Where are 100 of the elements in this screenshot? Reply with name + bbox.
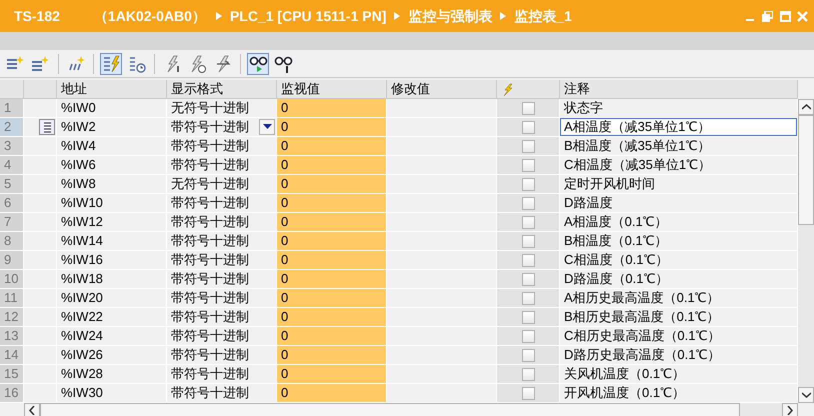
monitor-value: 0 (277, 156, 387, 175)
row-number[interactable]: 13 (0, 327, 24, 346)
table-cell: 带符号十进制 (171, 118, 249, 136)
monitor-value: 0 (277, 232, 387, 251)
comment-field[interactable]: A相温度（减35单位1℃） (560, 118, 798, 137)
checkbox[interactable] (522, 120, 534, 134)
checkbox[interactable] (522, 330, 534, 342)
table-cell: C相历史最高温度（0.1℃） (560, 327, 798, 346)
table-cell: %IW12 (57, 213, 167, 232)
table-cell: 无符号十进制 (171, 175, 249, 193)
table-cell: %IW24 (57, 327, 167, 346)
row-number[interactable]: 3 (0, 137, 24, 156)
row-number[interactable]: 15 (0, 365, 24, 384)
monitor-value: 0 (277, 308, 387, 327)
list-icon[interactable] (39, 119, 55, 135)
scroll-down-button[interactable] (798, 387, 814, 403)
table-cell: C相温度（0.1℃） (560, 251, 798, 270)
monitor-value: 0 (277, 118, 387, 137)
scrollbar-thumb[interactable] (798, 115, 814, 225)
breadcrumb-arrow-icon (500, 12, 506, 20)
column-header[interactable]: 显示格式 (167, 80, 277, 98)
table-cell: A相温度（0.1℃） (560, 213, 798, 232)
row-number[interactable]: 4 (0, 156, 24, 175)
add-row-icon (30, 54, 50, 74)
scrollbar-thumb[interactable] (40, 403, 740, 416)
table-cell: D路历史最高温度（0.1℃） (560, 346, 798, 365)
table-cell: %IW2 (57, 118, 167, 137)
table-cell: 带符号十进制 (171, 194, 249, 212)
table-cell: 关风机温度（0.1℃） (560, 365, 798, 384)
row-number[interactable]: 16 (0, 384, 24, 403)
lightning-list-button[interactable] (100, 52, 122, 74)
checkbox[interactable] (522, 234, 534, 248)
chevron-left-icon (29, 406, 35, 414)
checkbox[interactable] (522, 178, 534, 190)
breadcrumb-arrow-icon (394, 12, 400, 20)
column-header[interactable]: 修改值 (387, 80, 497, 98)
row-number[interactable]: 8 (0, 232, 24, 251)
table-cell (24, 365, 57, 384)
monitor-value: 0 (277, 270, 387, 289)
column-header[interactable]: 监视值 (277, 80, 387, 98)
column-header[interactable]: 注释 (560, 80, 798, 98)
chevron-up-icon (802, 104, 810, 110)
table-cell: 带符号十进制 (171, 327, 249, 345)
table-cell: %IW4 (57, 137, 167, 156)
maximize-icon[interactable] (780, 10, 790, 22)
breadcrumb-item[interactable]: 监控与强制表 (408, 6, 492, 26)
dropdown-button[interactable] (259, 119, 275, 135)
row-number[interactable]: 12 (0, 308, 24, 327)
breadcrumb-arrow-icon (216, 12, 222, 20)
table-cell: 带符号十进制 (171, 156, 249, 174)
table-cell: 带符号十进制 (171, 365, 249, 383)
row-number[interactable]: 2 (0, 118, 24, 137)
monitor-value: 0 (277, 289, 387, 308)
lightning-list-icon (101, 54, 122, 74)
column-header[interactable]: 地址 (57, 80, 167, 98)
checkbox[interactable] (522, 140, 534, 152)
row-number[interactable]: 6 (0, 194, 24, 213)
table-cell (24, 213, 57, 232)
close-icon[interactable] (797, 10, 808, 22)
glasses-play-button[interactable] (247, 52, 269, 74)
checkbox[interactable] (522, 310, 534, 324)
row-number[interactable]: 7 (0, 213, 24, 232)
monitor-value: 0 (277, 327, 387, 346)
table-cell (24, 194, 57, 213)
table-cell: %IW14 (57, 232, 167, 251)
table-cell: 带符号十进制 (171, 213, 249, 231)
checkbox[interactable] (522, 254, 534, 266)
table-cell: %IW26 (57, 346, 167, 365)
monitor-value: 0 (277, 365, 387, 384)
restore-icon[interactable] (762, 10, 773, 22)
breadcrumb-item[interactable]: 监控表_1 (514, 6, 572, 26)
checkbox[interactable] (522, 368, 534, 380)
table-cell: 带符号十进制 (171, 232, 249, 250)
lightning-icon (501, 82, 513, 97)
monitor-value: 0 (277, 137, 387, 156)
table-cell: B相历史最高温度（0.1℃） (560, 308, 798, 327)
scroll-right-button[interactable] (782, 403, 798, 416)
checkbox[interactable] (522, 272, 534, 286)
checkbox[interactable] (522, 292, 534, 304)
checkbox[interactable] (522, 348, 534, 362)
row-number[interactable]: 1 (0, 99, 24, 118)
checkbox[interactable] (522, 158, 534, 172)
table-cell: 带符号十进制 (171, 251, 249, 269)
row-number[interactable]: 11 (0, 289, 24, 308)
row-number[interactable]: 14 (0, 346, 24, 365)
scroll-left-button[interactable] (24, 403, 40, 416)
row-number[interactable]: 10 (0, 270, 24, 289)
table-cell: 无符号十进制 (171, 99, 249, 117)
scroll-up-button[interactable] (798, 99, 814, 115)
breadcrumb-item[interactable]: PLC_1 [CPU 1511-1 PN] (230, 6, 386, 26)
table-cell (24, 175, 57, 194)
table-cell: 定时开风机时间 (560, 175, 798, 194)
table-cell: %IW6 (57, 156, 167, 175)
row-number[interactable]: 9 (0, 251, 24, 270)
checkbox[interactable] (522, 386, 534, 400)
checkbox[interactable] (522, 102, 534, 114)
table-cell (24, 346, 57, 365)
checkbox[interactable] (522, 216, 534, 228)
checkbox[interactable] (522, 196, 534, 210)
row-number[interactable]: 5 (0, 175, 24, 194)
